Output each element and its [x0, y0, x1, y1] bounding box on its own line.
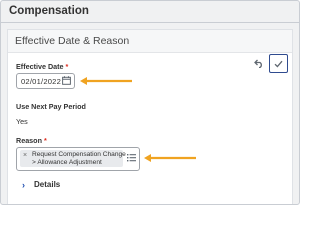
- reason-line-2: > Allowance Adjustment: [32, 158, 102, 166]
- save-button[interactable]: [269, 54, 288, 73]
- reason-selected-text: Request Compensation Change > Allowance …: [32, 151, 126, 167]
- details-toggle[interactable]: Details: [34, 180, 60, 189]
- compensation-panel: Compensation Effective Date & Reason Eff…: [0, 0, 300, 205]
- page-title: Compensation: [9, 5, 89, 17]
- use-next-pay-period-label: Use Next Pay Period: [16, 102, 86, 111]
- undo-button[interactable]: [252, 56, 266, 70]
- section-header: Effective Date & Reason: [8, 30, 292, 53]
- checkmark-icon: [274, 60, 283, 67]
- calendar-icon[interactable]: [62, 76, 71, 85]
- chevron-right-icon[interactable]: ›: [22, 180, 25, 190]
- undo-icon: [254, 59, 262, 68]
- callout-arrow-date: [80, 76, 132, 86]
- list-icon[interactable]: [127, 153, 136, 162]
- section-title: Effective Date & Reason: [15, 35, 130, 47]
- reason-selected-pill: × Request Compensation Change > Allowanc…: [20, 150, 126, 167]
- remove-reason-icon[interactable]: ×: [23, 152, 27, 159]
- title-divider: [1, 22, 299, 23]
- arrow-left-icon: [80, 77, 132, 85]
- arrow-left-icon: [144, 154, 196, 162]
- reason-label-text: Reason: [16, 136, 42, 145]
- use-next-pay-period-value: Yes: [16, 117, 28, 126]
- effective-date-input[interactable]: 02/01/2022: [16, 73, 75, 89]
- effective-date-label-text: Effective Date: [16, 62, 64, 71]
- effective-date-reason-card: Effective Date & Reason Effective Date * …: [7, 29, 293, 204]
- effective-date-label: Effective Date *: [16, 62, 68, 71]
- reason-input[interactable]: × Request Compensation Change > Allowanc…: [16, 147, 140, 171]
- reason-label: Reason *: [16, 136, 47, 145]
- callout-arrow-reason: [144, 153, 196, 163]
- reason-line-1: Request Compensation Change: [32, 151, 126, 158]
- required-marker: *: [65, 62, 69, 71]
- required-marker: *: [43, 136, 47, 145]
- effective-date-value: 02/01/2022: [21, 77, 62, 86]
